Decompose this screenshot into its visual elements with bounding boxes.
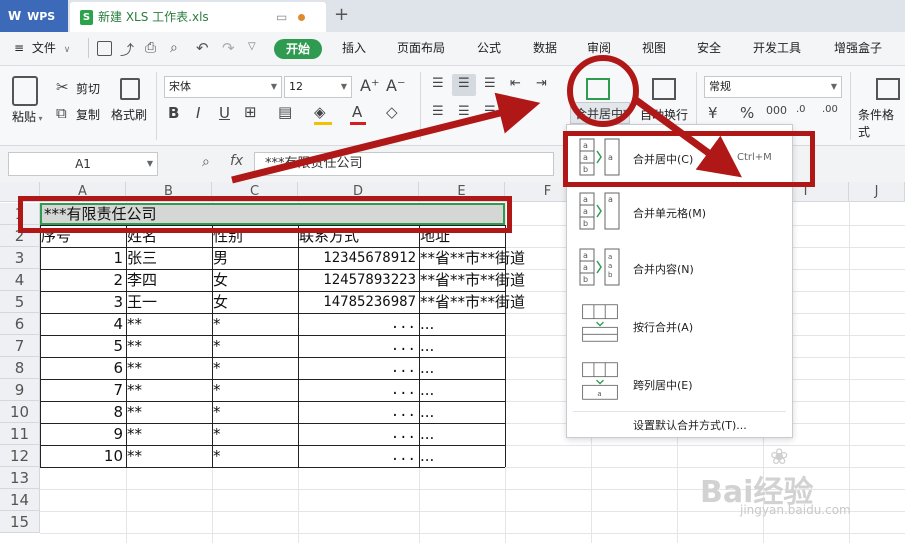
watermark-url: jingyan.baidu.com (740, 503, 851, 517)
baidu-watermark: ❀ Bai经验 jingyan.baidu.com (700, 445, 900, 525)
annotation-arrow (231, 92, 541, 184)
highlight-circle (567, 55, 639, 127)
highlight-box-title-row (18, 196, 512, 233)
highlight-box-merge-center (563, 131, 815, 187)
